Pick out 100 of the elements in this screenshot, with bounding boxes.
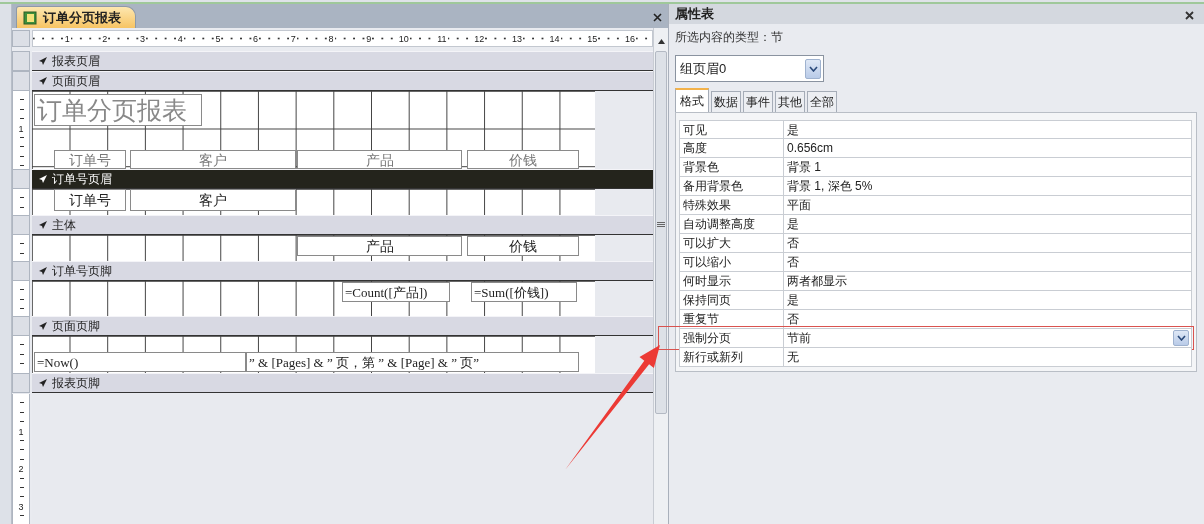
vertical-ruler [12, 235, 30, 261]
text-box[interactable]: 价钱 [467, 236, 579, 256]
scrollbar-thumb[interactable] [655, 51, 667, 414]
ruler-number: 11 [436, 33, 448, 44]
property-value[interactable]: 平面 [784, 196, 1191, 214]
section-title: 报表页脚 [52, 375, 100, 392]
section-bar[interactable]: 订单号页脚 [32, 261, 653, 281]
ruler-number: 6 [252, 33, 260, 44]
section-title: 主体 [52, 217, 76, 234]
section-bar[interactable]: 报表页眉 [32, 51, 653, 71]
property-name: 何时显示 [680, 272, 784, 290]
section-bar[interactable]: 页面页脚 [32, 316, 653, 336]
panel-title: 属性表 [675, 5, 714, 24]
expression-box[interactable]: ” & [Pages] & ” 页，第 ” & [Page] & ” 页” [246, 352, 579, 372]
section-selector[interactable] [12, 373, 30, 393]
vertical-ruler [12, 281, 30, 316]
expression-box[interactable]: =Now() [34, 352, 246, 372]
ruler-number: 10 [397, 33, 410, 44]
property-value[interactable]: 否 [784, 310, 1191, 328]
property-name: 自动调整高度 [680, 215, 784, 233]
section-selector[interactable] [12, 169, 30, 189]
field-label[interactable]: 产品 [297, 150, 462, 169]
property-name: 重复节 [680, 310, 784, 328]
section-title: 页面页眉 [52, 73, 100, 90]
section-title: 报表页眉 [52, 53, 100, 70]
property-value[interactable]: 否 [784, 253, 1191, 271]
section-selector[interactable] [12, 215, 30, 235]
object-dropdown[interactable]: 组页眉0 [675, 55, 824, 82]
section-title: 页面页脚 [52, 318, 100, 335]
section-selector[interactable] [12, 71, 30, 91]
field-label[interactable]: 订单号 [54, 150, 126, 169]
property-value[interactable]: 是 [784, 121, 1191, 138]
text-box[interactable]: 产品 [297, 236, 462, 256]
property-name: 特殊效果 [680, 196, 784, 214]
property-tab[interactable]: 格式 [675, 88, 709, 112]
text-box[interactable]: 订单号 [54, 189, 126, 211]
ruler-number: 9 [365, 33, 373, 44]
section-bar[interactable]: 订单号页眉 [32, 169, 653, 189]
property-name: 可以缩小 [680, 253, 784, 271]
collapse-icon [38, 378, 48, 388]
expression-box[interactable]: =Sum([价钱]) [471, 282, 577, 302]
property-name: 可以扩大 [680, 234, 784, 252]
dropdown-button[interactable] [1173, 330, 1189, 346]
ruler-number: 7 [289, 33, 297, 44]
property-name: 备用背景色 [680, 177, 784, 195]
text-box[interactable]: 客户 [130, 189, 296, 211]
property-value[interactable]: 背景 1 [784, 158, 1191, 176]
ruler-number: 12 [473, 33, 486, 44]
property-name: 可见 [680, 121, 784, 138]
property-tab[interactable]: 全部 [807, 91, 837, 112]
ruler-number: 13 [510, 33, 523, 44]
property-name: 新行或新列 [680, 348, 784, 366]
ruler-number: 16 [624, 33, 636, 44]
property-value[interactable]: 是 [784, 291, 1191, 309]
ruler-number: 4 [176, 33, 184, 44]
section-title: 订单号页脚 [52, 263, 112, 280]
ruler-number: 14 [548, 33, 561, 44]
ruler-number: 2 [101, 33, 109, 44]
property-value[interactable]: 无 [784, 348, 1191, 366]
collapse-icon [38, 321, 48, 331]
ruler-number: 3 [139, 33, 147, 44]
property-tab[interactable]: 事件 [743, 91, 773, 112]
section-selector[interactable] [12, 51, 30, 71]
report-title-label[interactable]: 订单分页报表 [34, 94, 202, 126]
report-icon [23, 10, 37, 25]
property-tab[interactable]: 其他 [775, 91, 805, 112]
ruler-number: 8 [327, 33, 335, 44]
vertical-ruler [12, 336, 30, 373]
section-bar[interactable]: 主体 [32, 215, 653, 235]
section-selector[interactable] [12, 316, 30, 336]
ruler-number: 5 [214, 33, 222, 44]
property-tab[interactable]: 数据 [711, 91, 741, 112]
scroll-up-icon [656, 36, 666, 45]
property-name: 高度 [680, 139, 784, 157]
grip-icon [657, 222, 665, 228]
chevron-down-icon [1176, 335, 1186, 341]
collapse-icon [38, 220, 48, 230]
section-bar[interactable]: 报表页脚 [32, 373, 653, 393]
section-selector[interactable] [12, 261, 30, 281]
collapse-icon [38, 174, 48, 184]
collapse-icon [38, 266, 48, 276]
selection-type-text: 所选内容的类型：节 [675, 29, 784, 46]
document-tab[interactable]: 订单分页报表 [16, 6, 136, 28]
property-value[interactable]: 是 [784, 215, 1191, 233]
section-bar[interactable]: 页面页眉 [32, 71, 653, 91]
property-name: 保持同页 [680, 291, 784, 309]
chevron-down-icon [808, 65, 818, 72]
property-value[interactable]: 背景 1, 深色 5% [784, 177, 1191, 195]
property-value[interactable]: 否 [784, 234, 1191, 252]
property-value[interactable]: 0.656cm [784, 139, 1191, 157]
ruler-number: 1 [63, 33, 71, 44]
ruler-corner[interactable] [12, 30, 30, 47]
expression-box[interactable]: =Count([产品]) [342, 282, 450, 302]
section-title: 订单号页眉 [52, 171, 112, 188]
ruler-number: 15 [586, 33, 599, 44]
vertical-ruler [12, 189, 30, 215]
property-name: 背景色 [680, 158, 784, 176]
property-value[interactable]: 两者都显示 [784, 272, 1191, 290]
field-label[interactable]: 客户 [130, 150, 296, 169]
field-label[interactable]: 价钱 [467, 150, 579, 169]
